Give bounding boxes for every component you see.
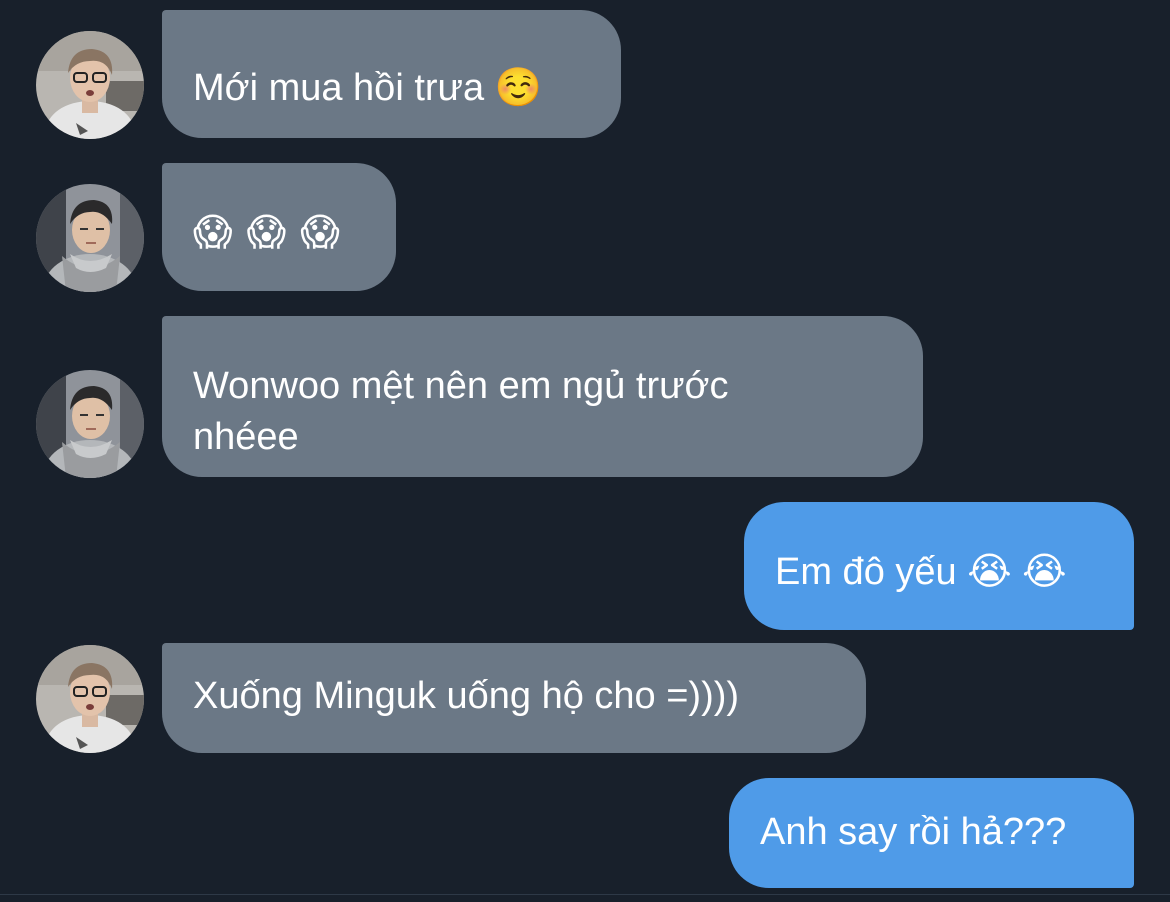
chat-thread: Mới mua hồi trưa ☺️ 😱😱😱 Wonwoo mệt nên e… bbox=[0, 0, 1170, 902]
outgoing-message[interactable]: Anh say rồi hả??? bbox=[729, 778, 1134, 888]
incoming-message[interactable]: Wonwoo mệt nên em ngủ trước nhéee bbox=[162, 316, 923, 477]
contact-avatar-glasses-icon[interactable] bbox=[36, 31, 144, 139]
divider bbox=[0, 894, 1170, 895]
message-text: Wonwoo mệt nên em ngủ trước nhéee bbox=[193, 365, 729, 458]
outgoing-message[interactable]: Em đô yếu 😭 😭 bbox=[744, 502, 1134, 630]
incoming-message[interactable]: Mới mua hồi trưa ☺️ bbox=[162, 10, 621, 138]
message-text: 😱😱😱 bbox=[193, 212, 354, 254]
contact-avatar-glasses-icon[interactable] bbox=[36, 645, 144, 753]
message-text: Xuống Minguk uống hộ cho =)))) bbox=[193, 675, 740, 717]
message-text: Mới mua hồi trưa ☺️ bbox=[193, 67, 542, 109]
incoming-message[interactable]: 😱😱😱 bbox=[162, 163, 396, 291]
message-text: Em đô yếu 😭 😭 bbox=[775, 551, 1067, 593]
message-text: Anh say rồi hả??? bbox=[760, 811, 1067, 853]
contact-avatar-scarf-icon[interactable] bbox=[36, 184, 144, 292]
contact-avatar-scarf-icon[interactable] bbox=[36, 370, 144, 478]
incoming-message[interactable]: Xuống Minguk uống hộ cho =)))) bbox=[162, 643, 866, 753]
